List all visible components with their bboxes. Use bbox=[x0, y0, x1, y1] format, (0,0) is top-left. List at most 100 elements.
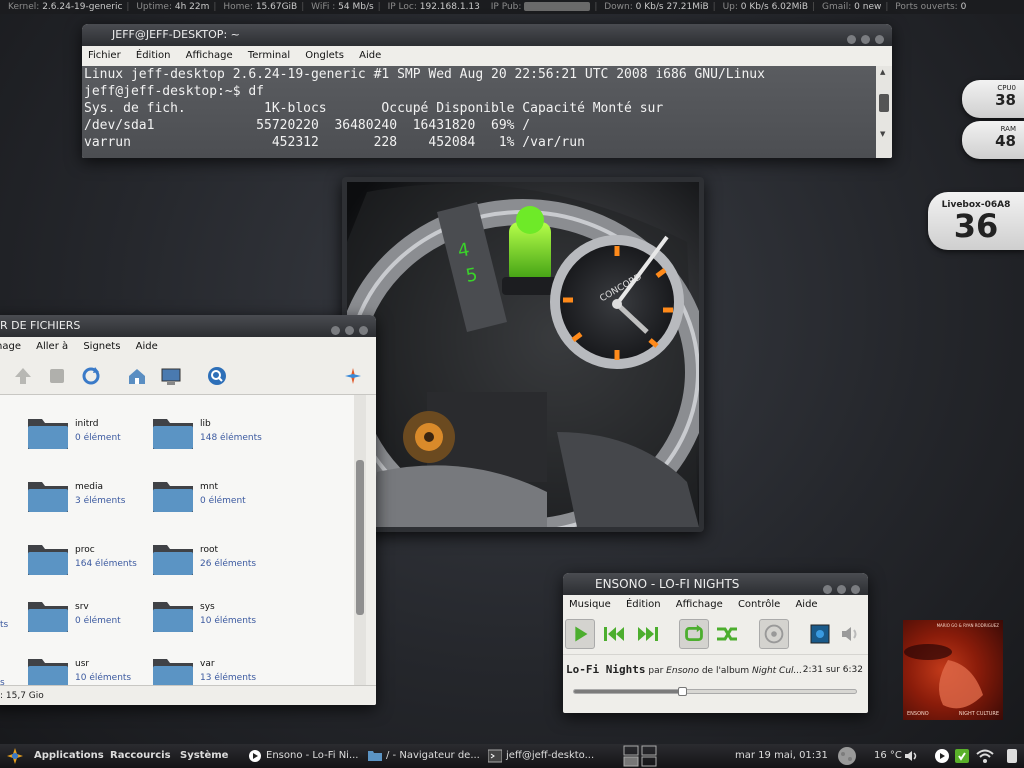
by-label: par bbox=[648, 666, 664, 676]
disc-icon[interactable] bbox=[759, 619, 789, 649]
scroll-up-arrow-icon[interactable]: ▲ bbox=[880, 68, 885, 76]
terminal-menubar: Fichier Édition Affichage Terminal Ongle… bbox=[82, 46, 892, 66]
maximize-button[interactable] bbox=[345, 326, 354, 335]
album-cover-artist: ENSONO bbox=[907, 711, 929, 717]
next-icon[interactable] bbox=[633, 619, 663, 649]
folder-media[interactable]: media 3 éléments bbox=[28, 476, 143, 522]
terminal-scrollbar[interactable]: ▲ ▼ bbox=[876, 66, 892, 158]
folder-lib[interactable]: lib 148 éléments bbox=[153, 413, 268, 459]
folder-sys[interactable]: sys 10 éléments bbox=[153, 596, 268, 642]
folder-icon bbox=[28, 602, 68, 632]
folder-count: 164 éléments bbox=[75, 559, 137, 569]
file-manager-statusbar: : 15,7 Gio bbox=[0, 685, 376, 705]
computer-icon[interactable] bbox=[160, 365, 182, 387]
shuffle-icon[interactable] bbox=[713, 619, 743, 649]
home-icon[interactable] bbox=[126, 365, 148, 387]
terminal-window[interactable]: JEFF@JEFF-DESKTOP: ~ Fichier Édition Aff… bbox=[82, 24, 892, 158]
volume-icon[interactable] bbox=[904, 749, 918, 763]
system-status-bar: Kernel: 2.6.24-19-generic | Uptime: 4h 22… bbox=[0, 0, 1024, 14]
folder-icon bbox=[28, 659, 68, 685]
terminal-line: Sys. de fich. 1K-blocs Occupé Disponible… bbox=[84, 101, 664, 116]
visualization-icon[interactable] bbox=[805, 619, 835, 649]
menu-aide[interactable]: Aide bbox=[359, 50, 381, 61]
repeat-icon[interactable] bbox=[679, 619, 709, 649]
menu-aide[interactable]: Aide bbox=[136, 341, 158, 352]
menu-controle[interactable]: Contrôle bbox=[738, 599, 780, 610]
menu-terminal[interactable]: Terminal bbox=[248, 50, 290, 61]
moon-phase-icon bbox=[838, 747, 856, 765]
seek-bar-fill bbox=[574, 690, 683, 693]
wifi-label: WiFi : bbox=[311, 2, 336, 12]
music-player-window[interactable]: ENSONO - LO-FI NIGHTS Musique Édition Af… bbox=[563, 573, 868, 713]
player-titlebar[interactable]: ENSONO - LO-FI NIGHTS bbox=[563, 573, 868, 595]
folder-mnt[interactable]: mnt 0 élément bbox=[153, 476, 268, 522]
folder-srv[interactable]: srv 0 élément bbox=[28, 596, 143, 642]
menu-affichage[interactable]: hage bbox=[0, 341, 21, 352]
applications-menu[interactable]: Applications bbox=[34, 744, 104, 768]
menu-edition[interactable]: Édition bbox=[626, 599, 661, 610]
song-title: Lo-Fi Nights bbox=[566, 663, 646, 676]
taskbar-item-player[interactable]: Ensono - Lo-Fi Ni... bbox=[246, 746, 362, 766]
places-menu[interactable]: Raccourcis bbox=[110, 744, 171, 768]
player-tray-icon[interactable] bbox=[934, 748, 950, 764]
scrollbar-thumb[interactable] bbox=[356, 460, 364, 615]
clock[interactable]: mar 19 mai, 01:31 bbox=[735, 744, 828, 768]
menu-musique[interactable]: Musique bbox=[569, 599, 611, 610]
menu-aller-a[interactable]: Aller à bbox=[36, 341, 68, 352]
file-manager-titlebar[interactable]: R DE FICHIERS bbox=[0, 315, 376, 337]
menu-affichage[interactable]: Affichage bbox=[186, 50, 233, 61]
menu-aide[interactable]: Aide bbox=[795, 599, 817, 610]
menu-signets[interactable]: Signets bbox=[83, 341, 120, 352]
close-button[interactable] bbox=[359, 326, 368, 335]
up-arrow-icon[interactable] bbox=[12, 365, 34, 387]
download-label: Down: bbox=[604, 2, 633, 12]
file-manager-window[interactable]: R DE FICHIERS hage Aller à Signets Aide … bbox=[0, 315, 376, 705]
close-button[interactable] bbox=[875, 35, 884, 44]
maximize-button[interactable] bbox=[837, 585, 846, 594]
seek-bar[interactable] bbox=[573, 687, 857, 696]
reload-icon[interactable] bbox=[80, 365, 102, 387]
folder-var[interactable]: var 13 éléments bbox=[153, 653, 268, 685]
minimize-button[interactable] bbox=[847, 35, 856, 44]
close-button[interactable] bbox=[851, 585, 860, 594]
search-icon[interactable] bbox=[206, 365, 228, 387]
scroll-down-arrow-icon[interactable]: ▼ bbox=[880, 130, 885, 138]
stop-icon[interactable] bbox=[46, 365, 68, 387]
menu-affichage[interactable]: Affichage bbox=[676, 599, 723, 610]
system-menu[interactable]: Système bbox=[180, 744, 228, 768]
album-cover-credit: MARIO GO & RYAN RODRIGUEZ bbox=[936, 623, 999, 628]
ram-meter-widget: RAM 48 bbox=[962, 121, 1024, 159]
folder-usr[interactable]: usr 10 éléments bbox=[28, 653, 143, 685]
terminal-output[interactable]: Linux jeff-desktop 2.6.24-19-generic #1 … bbox=[82, 66, 876, 158]
scrollbar-thumb[interactable] bbox=[879, 94, 889, 112]
weather-temperature[interactable]: 16 °C bbox=[874, 744, 902, 768]
file-manager-title: R DE FICHIERS bbox=[0, 319, 81, 332]
distribution-logo-icon[interactable] bbox=[6, 747, 24, 765]
menu-edition[interactable]: Édition bbox=[136, 50, 171, 61]
minimize-button[interactable] bbox=[331, 326, 340, 335]
taskbar-item-file-manager[interactable]: / - Navigateur de... bbox=[366, 746, 480, 766]
home-label: Home: bbox=[223, 2, 253, 12]
volume-icon[interactable] bbox=[835, 619, 865, 649]
shutdown-icon[interactable] bbox=[1004, 747, 1020, 765]
file-manager-scrollbar[interactable] bbox=[354, 395, 366, 685]
minimize-button[interactable] bbox=[823, 585, 832, 594]
folder-proc[interactable]: proc 164 éléments bbox=[28, 539, 143, 585]
workspace-switcher-icon[interactable] bbox=[622, 745, 658, 767]
update-notifier-icon[interactable] bbox=[954, 748, 970, 764]
seek-bar-handle[interactable] bbox=[677, 687, 687, 696]
folder-initrd[interactable]: initrd 0 élément bbox=[28, 413, 143, 459]
menu-fichier[interactable]: Fichier bbox=[88, 50, 121, 61]
wifi-icon[interactable] bbox=[976, 748, 994, 764]
play-icon[interactable] bbox=[565, 619, 595, 649]
file-icon-view[interactable]: ts s initrd 0 élément lib 148 éléments m… bbox=[0, 395, 354, 685]
taskbar-item-terminal[interactable]: jeff@jeff-deskto... bbox=[486, 746, 598, 766]
folder-root[interactable]: root 26 éléments bbox=[153, 539, 268, 585]
folder-name: mnt bbox=[200, 482, 218, 492]
previous-icon[interactable] bbox=[599, 619, 629, 649]
maximize-button[interactable] bbox=[861, 35, 870, 44]
menu-onglets[interactable]: Onglets bbox=[305, 50, 344, 61]
terminal-titlebar[interactable]: JEFF@JEFF-DESKTOP: ~ bbox=[82, 24, 892, 46]
folder-count: 26 éléments bbox=[200, 559, 257, 569]
folder-count: 3 éléments bbox=[75, 496, 126, 506]
